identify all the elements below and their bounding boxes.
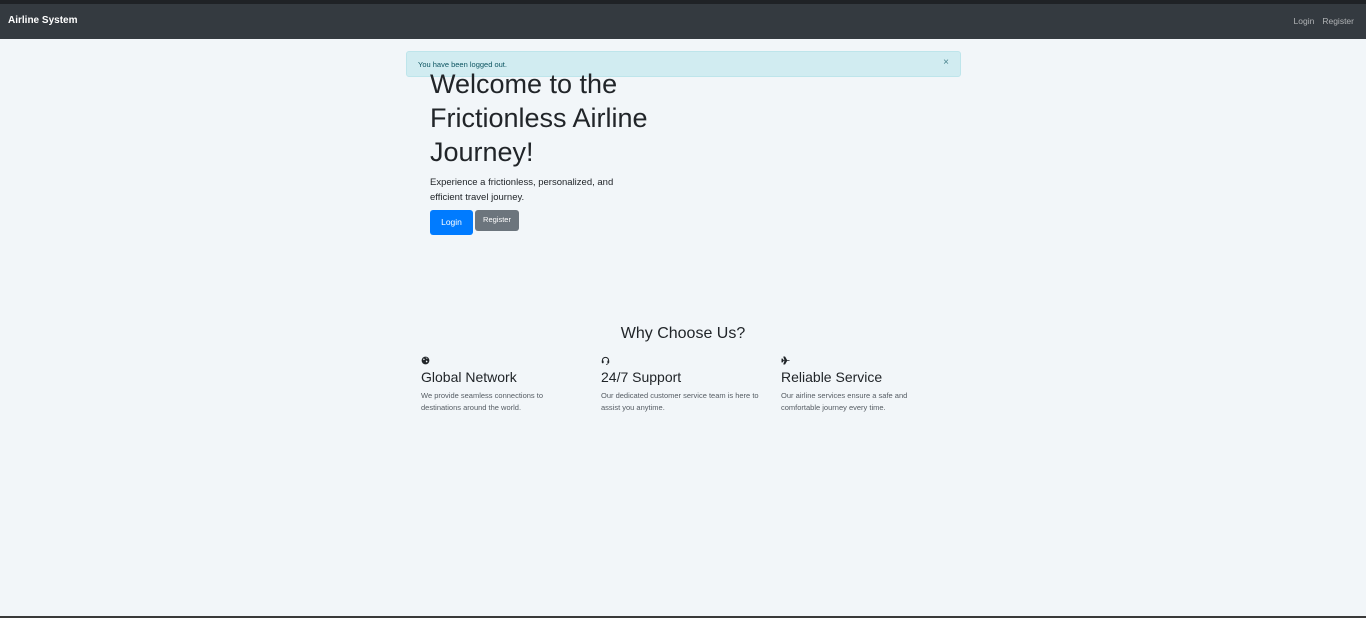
hero-lead: Experience a frictionless, personalized,… (430, 177, 614, 203)
feature-support: 24/7 Support Our dedicated customer serv… (601, 356, 761, 414)
alert-close-button[interactable]: × (943, 58, 949, 68)
register-button[interactable]: Register (475, 210, 519, 231)
hero-buttons: Login Register (430, 210, 519, 235)
nav-register-link[interactable]: Register (1322, 16, 1354, 26)
plane-icon (781, 356, 790, 365)
hero-section: Welcome to the Frictionless Airline Jour… (430, 67, 670, 235)
brand-link[interactable]: Airline System (8, 15, 77, 26)
feature-description: We provide seamless connections to desti… (421, 391, 544, 412)
feature-description: Our dedicated customer service team is h… (601, 391, 759, 412)
feature-title: Reliable Service (781, 369, 883, 385)
feature-description: Our airline services ensure a safe and c… (781, 391, 908, 412)
feature-reliable-service: Reliable Service Our airline services en… (781, 356, 941, 414)
nav-links: Login Register (1294, 16, 1354, 26)
headset-icon (601, 356, 610, 365)
feature-global-network: Global Network We provide seamless conne… (421, 356, 581, 414)
hero-title: Welcome to the Frictionless Airline Jour… (430, 69, 648, 167)
feature-title: Global Network (421, 369, 517, 385)
why-choose-us-heading: Why Choose Us? (620, 325, 746, 342)
navbar: Airline System Login Register (0, 4, 1366, 39)
globe-icon (421, 356, 430, 365)
nav-login-link[interactable]: Login (1294, 16, 1315, 26)
login-button[interactable]: Login (430, 210, 473, 235)
feature-title: 24/7 Support (601, 369, 682, 385)
